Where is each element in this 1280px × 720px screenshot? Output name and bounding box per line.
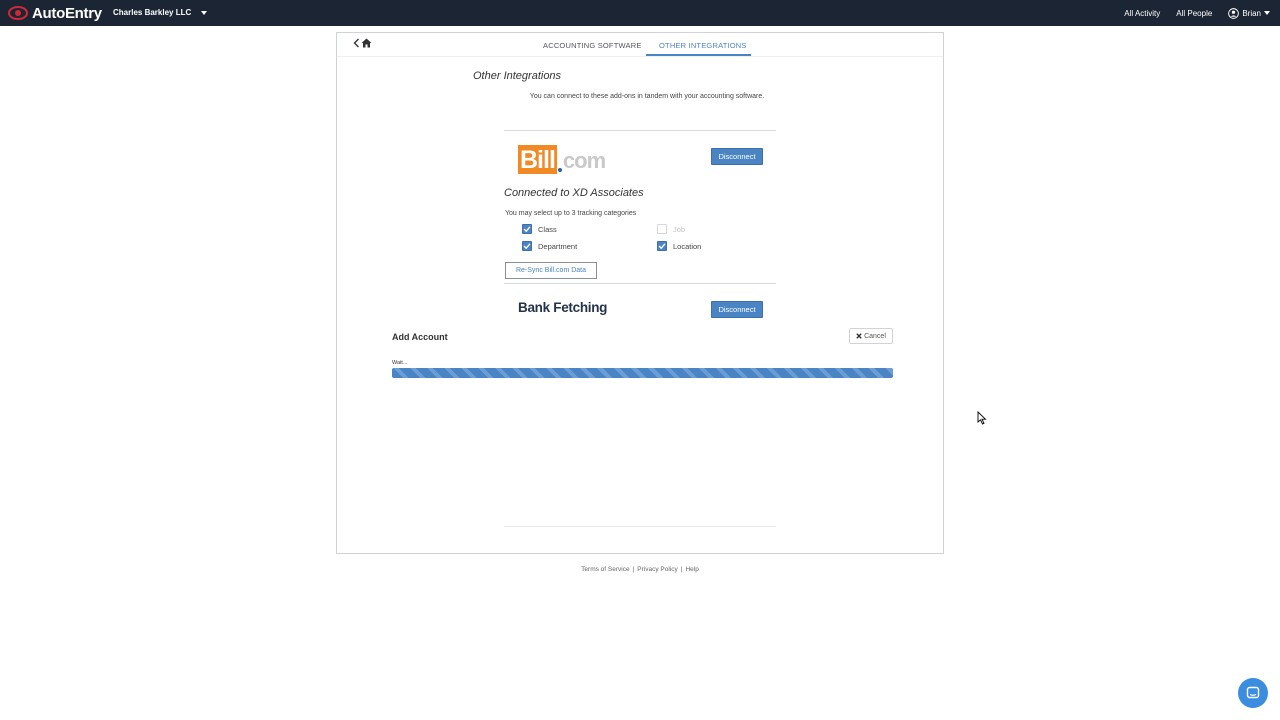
footer: Terms of Service | Privacy Policy | Help <box>0 566 1280 573</box>
footer-help-link[interactable]: Help <box>685 566 698 573</box>
checkmark-icon <box>523 226 531 233</box>
brand-name: AutoEntry <box>32 4 102 22</box>
close-icon <box>856 333 862 339</box>
bill-logo-suffix: com <box>562 148 606 173</box>
home-icon <box>361 38 372 48</box>
tabs-row: ACCOUNTING SOFTWARE OTHER INTEGRATIONS <box>337 33 943 57</box>
checkmark-icon <box>523 243 531 250</box>
checkmark-icon <box>658 243 666 250</box>
chevron-down-icon <box>201 10 208 15</box>
company-name: Charles Barkley LLC <box>113 8 192 17</box>
chevron-left-icon <box>353 38 359 48</box>
wait-label: Wait... <box>392 360 408 366</box>
checkbox-label: Location <box>673 241 702 251</box>
bill-logo-text: Bill <box>518 145 557 174</box>
category-class[interactable]: Class <box>522 224 557 234</box>
tab-other-integrations[interactable]: OTHER INTEGRATIONS <box>659 41 747 50</box>
bank-fetching-title: Bank Fetching <box>518 300 608 315</box>
footer-terms-link[interactable]: Terms of Service <box>581 566 629 573</box>
back-home-button[interactable] <box>353 38 372 48</box>
bill-com-logo: Bill com <box>518 145 606 174</box>
cancel-label: Cancel <box>864 332 886 340</box>
category-department[interactable]: Department <box>522 241 577 251</box>
bill-disconnect-button[interactable]: Disconnect <box>711 148 763 165</box>
page-subtitle: You can connect to these add-ons in tand… <box>529 93 765 100</box>
add-account-heading: Add Account <box>392 332 448 342</box>
checkbox-checked-icon[interactable] <box>522 224 532 234</box>
category-job: Job <box>657 224 685 234</box>
bill-connected-status: Connected to XD Associates <box>504 187 644 199</box>
company-selector[interactable]: Charles Barkley LLC <box>113 8 208 17</box>
user-name: Brian <box>1242 8 1261 18</box>
nav-right: All Activity All People Brian <box>1124 0 1270 26</box>
nav-all-people[interactable]: All People <box>1176 9 1212 18</box>
cancel-button[interactable]: Cancel <box>849 328 893 344</box>
chat-icon <box>1246 686 1260 699</box>
chat-launcher-button[interactable] <box>1238 678 1268 708</box>
footer-privacy-link[interactable]: Privacy Policy <box>637 566 677 573</box>
chevron-down-icon <box>1264 11 1270 15</box>
divider <box>504 283 776 284</box>
top-nav-bar: AutoEntry Charles Barkley LLC All Activi… <box>0 0 1280 26</box>
autoentry-eye-logo-icon <box>8 6 28 20</box>
tab-accounting-software[interactable]: ACCOUNTING SOFTWARE <box>543 41 642 50</box>
footer-separator: | <box>680 566 683 573</box>
checkbox-label: Job <box>673 224 686 234</box>
resync-bill-button[interactable]: Re-Sync Bill.com Data <box>505 262 597 279</box>
checkbox-label: Class <box>538 224 557 234</box>
checkbox-checked-icon[interactable] <box>657 241 667 251</box>
checkbox-checked-icon[interactable] <box>522 241 532 251</box>
progress-bar <box>392 368 893 378</box>
nav-all-activity[interactable]: All Activity <box>1124 9 1160 18</box>
divider <box>504 130 776 131</box>
user-menu[interactable]: Brian <box>1228 7 1270 19</box>
footer-separator: | <box>632 566 635 573</box>
divider <box>504 526 776 527</box>
user-avatar-icon <box>1228 7 1240 19</box>
brand[interactable]: AutoEntry <box>8 3 102 23</box>
tracking-note: You may select up to 3 tracking categori… <box>505 210 637 217</box>
bank-disconnect-button[interactable]: Disconnect <box>711 301 763 318</box>
checkbox-disabled-icon <box>657 224 667 234</box>
bill-logo-dot <box>557 168 562 172</box>
checkbox-label: Department <box>538 241 578 251</box>
integrations-panel: ACCOUNTING SOFTWARE OTHER INTEGRATIONS O… <box>336 32 944 554</box>
category-location[interactable]: Location <box>657 241 701 251</box>
mouse-cursor-icon <box>977 411 987 425</box>
active-tab-indicator <box>646 54 751 56</box>
page-title: Other Integrations <box>473 70 562 82</box>
